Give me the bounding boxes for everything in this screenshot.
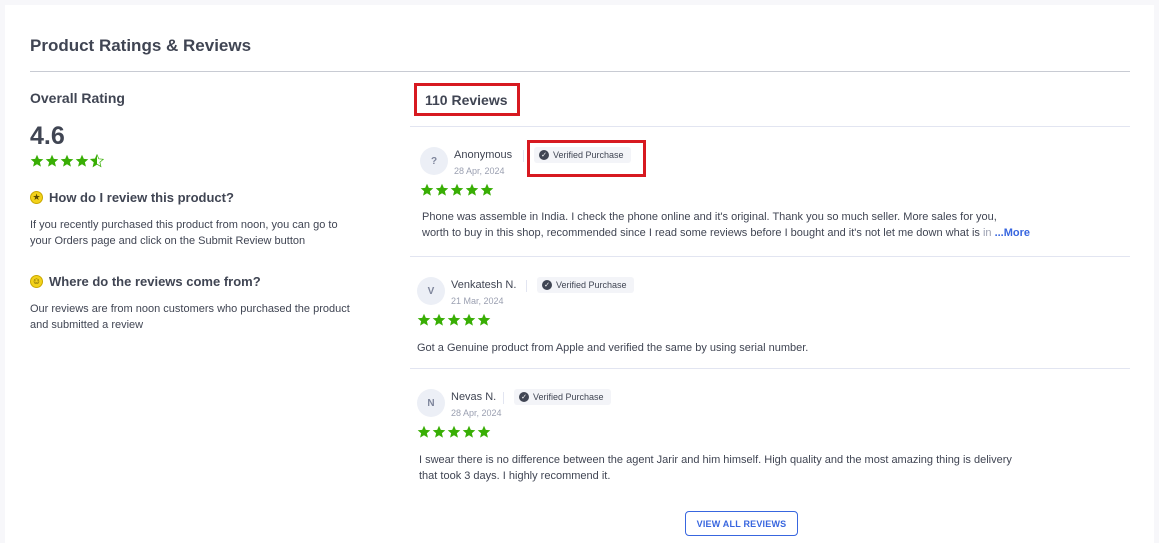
review-item: N Nevas N. 28 Apr, 2024 ✓ Verified Purch…	[410, 368, 1130, 498]
star-full-icon	[435, 183, 449, 196]
review-text-line: Phone was assemble in India. I check the…	[422, 211, 997, 223]
review-stars	[417, 425, 491, 439]
faq-question: How do I review this product?	[49, 190, 234, 205]
check-icon: ✓	[519, 392, 529, 402]
separator	[523, 150, 524, 162]
star-full-icon	[60, 154, 74, 167]
review-item: V Venkatesh N. 21 Mar, 2024 ✓ Verified P…	[410, 256, 1130, 368]
separator	[503, 392, 504, 404]
separator	[526, 280, 527, 292]
overall-rating-label: Overall Rating	[30, 90, 125, 106]
faq-question: Where do the reviews come from?	[49, 274, 261, 289]
star-full-icon	[45, 154, 59, 167]
star-full-icon	[417, 425, 431, 438]
star-full-icon	[75, 154, 89, 167]
check-icon: ✓	[539, 150, 549, 160]
badge-label: Verified Purchase	[556, 280, 627, 290]
star-full-icon	[465, 183, 479, 196]
review-text-line: worth to buy in this shop, recommended s…	[422, 227, 980, 239]
faq-item-how-to-review: ★ How do I review this product? If you r…	[30, 190, 360, 249]
badge-label: Verified Purchase	[533, 392, 604, 402]
avatar: V	[417, 277, 445, 305]
star-full-icon	[432, 313, 446, 326]
reviewer-name: Anonymous	[454, 149, 513, 161]
star-coin-icon: ★	[30, 191, 43, 204]
ratings-reviews-card: Product Ratings & Reviews Overall Rating…	[5, 5, 1154, 543]
section-title: Product Ratings & Reviews	[30, 36, 252, 55]
review-text: Got a Genuine product from Apple and ver…	[417, 342, 809, 354]
review-date: 28 Apr, 2024	[454, 166, 505, 176]
faq-answer: If you recently purchased this product f…	[30, 219, 338, 247]
verified-purchase-badge: ✓ Verified Purchase	[537, 277, 634, 293]
review-text-fade: in	[979, 227, 992, 239]
review-date: 28 Apr, 2024	[451, 408, 502, 418]
review-date: 21 Mar, 2024	[451, 296, 504, 306]
verified-purchase-badge: ✓ Verified Purchase	[514, 389, 611, 405]
star-full-icon	[480, 183, 494, 196]
star-full-icon	[477, 313, 491, 326]
star-full-icon	[447, 313, 461, 326]
star-full-icon	[432, 425, 446, 438]
review-item: ? Anonymous 28 Apr, 2024 ✓ Verified Purc…	[410, 126, 1130, 256]
view-all-reviews-button[interactable]: VIEW ALL REVIEWS	[685, 511, 798, 536]
verified-purchase-badge: ✓ Verified Purchase	[534, 147, 631, 163]
check-icon: ✓	[542, 280, 552, 290]
star-full-icon	[462, 313, 476, 326]
star-full-icon	[420, 183, 434, 196]
review-text-line: I swear there is no difference between t…	[419, 454, 1012, 466]
smiley-icon: ☺	[30, 275, 43, 288]
overall-rating-stars	[30, 154, 104, 168]
star-full-icon	[462, 425, 476, 438]
review-text-line: that took 3 days. I highly recommend it.	[419, 470, 611, 482]
review-stars	[420, 183, 494, 197]
avatar: N	[417, 389, 445, 417]
faq-answer: Our reviews are from noon customers who …	[30, 303, 350, 331]
review-stars	[417, 313, 491, 327]
divider	[30, 71, 1130, 72]
review-text: I swear there is no difference between t…	[419, 452, 1029, 484]
overall-rating-value: 4.6	[30, 122, 65, 150]
reviewer-name: Venkatesh N.	[451, 279, 517, 291]
star-full-icon	[447, 425, 461, 438]
star-full-icon	[30, 154, 44, 167]
reviews-count: 110 Reviews	[414, 83, 520, 116]
star-full-icon	[417, 313, 431, 326]
reviewer-name: Nevas N.	[451, 391, 497, 403]
more-link[interactable]: ...More	[992, 227, 1030, 239]
star-half-icon	[90, 154, 104, 168]
avatar: ?	[420, 147, 448, 175]
badge-label: Verified Purchase	[553, 150, 624, 160]
star-full-icon	[450, 183, 464, 196]
star-full-icon	[477, 425, 491, 438]
review-text: Phone was assemble in India. I check the…	[422, 209, 1032, 241]
faq-item-review-source: ☺ Where do the reviews come from? Our re…	[30, 274, 360, 333]
